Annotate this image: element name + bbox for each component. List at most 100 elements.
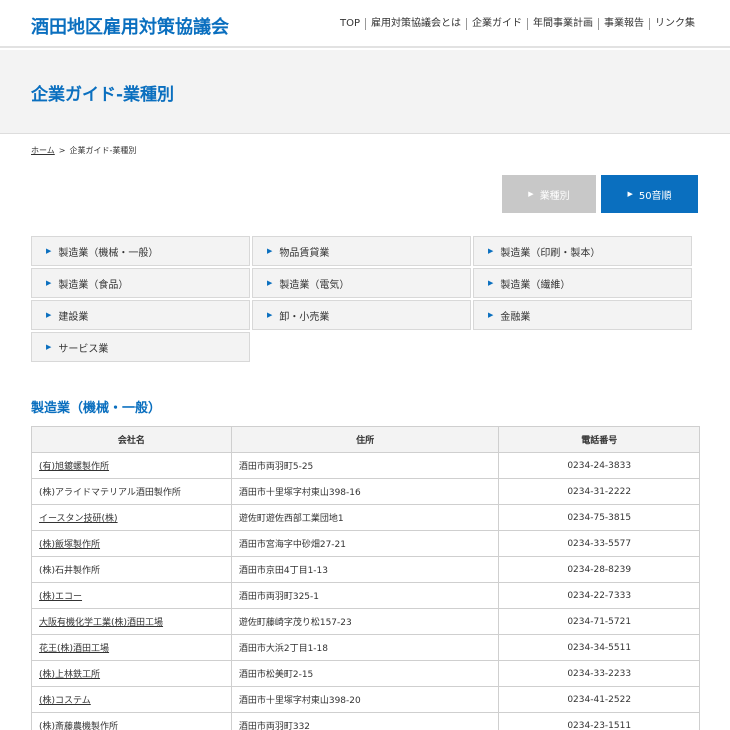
cell-company-name: (株)斎藤農機製作所 [31, 712, 232, 730]
triangle-right-icon: ▶ [488, 311, 494, 319]
company-name: (株)斎藤農機製作所 [39, 722, 119, 730]
nav-item-links[interactable]: リンク集 [649, 18, 695, 30]
column-header-tel: 電話番号 [498, 426, 700, 453]
nav-item-about[interactable]: 雇用対策協議会とは [365, 18, 466, 30]
triangle-right-icon: ▶ [267, 311, 273, 319]
global-nav: TOP 雇用対策協議会とは 企業ガイド 年間事業計画 事業報告 リンク集 [340, 18, 695, 30]
category-label: サービス業 [58, 343, 109, 355]
cell-address: 遊佐町藤崎字茂り松157-23 [230, 608, 500, 635]
cell-company-name: (株)飯塚製作所 [31, 530, 232, 557]
cell-address: 酒田市両羽町5-25 [230, 452, 500, 479]
sort-by-category-label: 業種別 [539, 190, 570, 202]
table-row: イースタン技研(株) 遊佐町遊佐西部工業団地1 0234-75-3815 [31, 504, 700, 531]
sort-by-kana-label: 50音順 [638, 190, 672, 202]
table-row: 花王(株)酒田工場 酒田市大浜2丁目1-18 0234-34-5511 [31, 634, 700, 661]
cell-company-name: (株)上林鉄工所 [31, 660, 232, 687]
category-item[interactable]: ▶ 製造業（印刷・製本） [473, 236, 692, 266]
breadcrumb-separator: > [58, 146, 66, 155]
section-title: 製造業（機械・一般） [31, 401, 162, 416]
table-row: (株)アライドマテリアル酒田製作所 酒田市十里塚字村東山398-16 0234-31… [31, 478, 700, 505]
cell-address: 酒田市両羽町325-1 [230, 582, 500, 609]
triangle-right-icon: ▶ [627, 190, 633, 198]
triangle-right-icon: ▶ [46, 279, 52, 287]
cell-company-name: (株)コステム [31, 686, 232, 713]
category-label: 製造業（機械・一般） [58, 247, 159, 259]
cell-address: 酒田市松美町2-15 [230, 660, 500, 687]
cell-tel: 0234-71-5721 [498, 608, 700, 635]
breadcrumb-current: 企業ガイド-業種別 [69, 146, 137, 155]
cell-address: 酒田市大浜2丁目1-18 [230, 634, 500, 661]
company-link[interactable]: (有)旭鍍螺製作所 [39, 462, 109, 472]
company-link[interactable]: イースタン技研(株) [39, 514, 118, 524]
cell-tel: 0234-41-2522 [498, 686, 700, 713]
category-item[interactable]: ▶ 物品賃貸業 [252, 236, 471, 266]
category-label: 金融業 [500, 311, 531, 323]
company-link[interactable]: (株)コステム [39, 696, 91, 706]
nav-item-annual-plan[interactable]: 年間事業計画 [527, 18, 598, 30]
company-table: 会社名 住所 電話番号 (有)旭鍍螺製作所 酒田市両羽町5-25 0234-24-3… [31, 426, 700, 730]
site-title[interactable]: 酒田地区雇用対策協議会 [31, 13, 229, 39]
category-grid: ▶ 製造業（機械・一般） ▶ 物品賃貸業 ▶ 製造業（印刷・製本） ▶ 製造業（食品） … [31, 236, 692, 362]
triangle-right-icon: ▶ [488, 279, 494, 287]
company-link[interactable]: (株)上林鉄工所 [39, 670, 100, 680]
category-item[interactable]: ▶ 製造業（電気） [252, 268, 471, 298]
nav-item-report[interactable]: 事業報告 [598, 18, 649, 30]
category-item[interactable]: ▶ 製造業（食品） [31, 268, 250, 298]
category-label: 製造業（印刷・製本） [500, 247, 601, 259]
category-item[interactable]: ▶ 卸・小売業 [252, 300, 471, 330]
company-link[interactable]: 大阪有機化学工業(株)酒田工場 [39, 618, 163, 628]
table-body: (有)旭鍍螺製作所 酒田市両羽町5-25 0234-24-3833 (株)アライドマテ… [31, 452, 700, 730]
company-name: (株)石井製作所 [39, 566, 101, 576]
page-title: 企業ガイド-業種別 [31, 85, 175, 105]
breadcrumb-home-link[interactable]: ホーム [31, 146, 55, 155]
category-label: 製造業（食品） [58, 279, 129, 291]
sort-by-kana-button[interactable]: ▶ 50音順 [601, 175, 698, 213]
cell-address: 酒田市十里塚字村東山398-16 [230, 478, 500, 505]
triangle-right-icon: ▶ [46, 343, 52, 351]
cell-company-name: 大阪有機化学工業(株)酒田工場 [31, 608, 232, 635]
cell-tel: 0234-75-3815 [498, 504, 700, 531]
category-item[interactable]: ▶ 建設業 [31, 300, 250, 330]
table-row: (株)石井製作所 酒田市京田4丁目1-13 0234-28-8239 [31, 556, 700, 583]
cell-tel: 0234-23-1511 [498, 712, 700, 730]
table-row: (株)コステム 酒田市十里塚字村東山398-20 0234-41-2522 [31, 686, 700, 713]
cell-address: 酒田市十里塚字村東山398-20 [230, 686, 500, 713]
cell-company-name: 花王(株)酒田工場 [31, 634, 232, 661]
cell-company-name: (有)旭鍍螺製作所 [31, 452, 232, 479]
column-header-address: 住所 [230, 426, 500, 453]
category-item[interactable]: ▶ 製造業（繊維） [473, 268, 692, 298]
breadcrumb: ホーム > 企業ガイド-業種別 [31, 145, 136, 156]
column-header-name: 会社名 [31, 426, 232, 453]
cell-company-name: (株)エコー [31, 582, 232, 609]
cell-address: 酒田市両羽町332 [230, 712, 500, 730]
triangle-right-icon: ▶ [267, 247, 273, 255]
category-item[interactable]: ▶ 製造業（機械・一般） [31, 236, 250, 266]
table-row: (株)飯塚製作所 酒田市宮海字中砂畑27-21 0234-33-5577 [31, 530, 700, 557]
triangle-right-icon: ▶ [46, 311, 52, 319]
category-item[interactable]: ▶ 金融業 [473, 300, 692, 330]
table-row: (株)斎藤農機製作所 酒田市両羽町332 0234-23-1511 [31, 712, 700, 730]
table-row: (株)上林鉄工所 酒田市松美町2-15 0234-33-2233 [31, 660, 700, 687]
title-band: 企業ガイド-業種別 [0, 50, 730, 134]
cell-company-name: (株)石井製作所 [31, 556, 232, 583]
cell-company-name: (株)アライドマテリアル酒田製作所 [31, 478, 232, 505]
nav-item-top[interactable]: TOP [340, 18, 365, 30]
triangle-right-icon: ▶ [488, 247, 494, 255]
nav-item-company-guide[interactable]: 企業ガイド [466, 18, 527, 30]
cell-tel: 0234-34-5511 [498, 634, 700, 661]
cell-tel: 0234-33-2233 [498, 660, 700, 687]
company-name: (株)アライドマテリアル酒田製作所 [39, 488, 181, 498]
table-row: (有)旭鍍螺製作所 酒田市両羽町5-25 0234-24-3833 [31, 452, 700, 479]
table-header-row: 会社名 住所 電話番号 [31, 426, 700, 453]
table-row: 大阪有機化学工業(株)酒田工場 遊佐町藤崎字茂り松157-23 0234-71-57… [31, 608, 700, 635]
sort-by-category-button[interactable]: ▶ 業種別 [502, 175, 596, 213]
triangle-right-icon: ▶ [267, 279, 273, 287]
company-link[interactable]: 花王(株)酒田工場 [39, 644, 109, 654]
cell-address: 酒田市宮海字中砂畑27-21 [230, 530, 500, 557]
company-link[interactable]: (株)エコー [39, 592, 82, 602]
category-item[interactable]: ▶ サービス業 [31, 332, 250, 362]
category-label: 卸・小売業 [279, 311, 330, 323]
triangle-right-icon: ▶ [528, 190, 534, 198]
company-link[interactable]: (株)飯塚製作所 [39, 540, 100, 550]
category-label: 製造業（繊維） [500, 279, 571, 291]
